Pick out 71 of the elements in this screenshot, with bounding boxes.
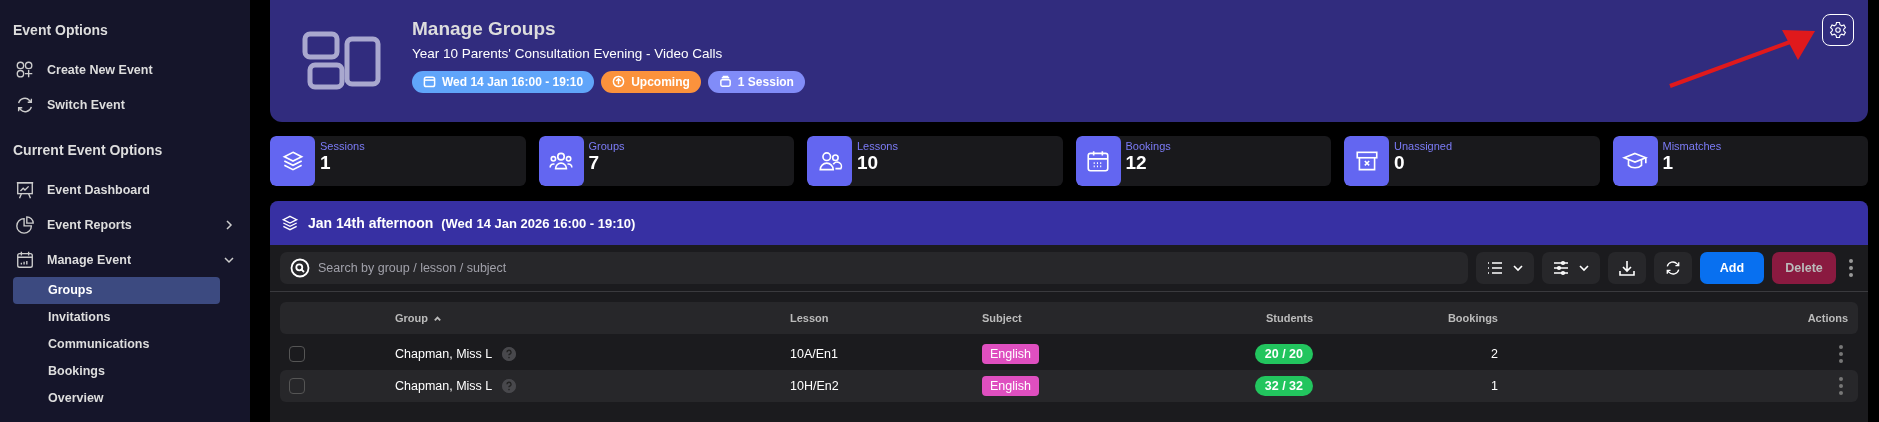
- session-time: (Wed 14 Jan 2026 16:00 - 19:10): [441, 215, 636, 231]
- add-button[interactable]: Add: [1700, 252, 1764, 284]
- bookings-cell-text: 2: [1490, 347, 1498, 361]
- stat-label: Mismatches: [1662, 140, 1722, 152]
- calendar-icon: [1085, 148, 1111, 174]
- info-badge: 1 Session: [707, 70, 805, 93]
- stat-value: 1: [1662, 152, 1675, 174]
- column-header[interactable]: Subject: [982, 312, 1022, 324]
- sliders-icon: [1552, 259, 1570, 277]
- row-checkbox[interactable]: [289, 378, 305, 394]
- stat-label: Unassigned: [1394, 140, 1453, 152]
- chevron-icon: [1578, 262, 1590, 274]
- info-badge: Wed 14 Jan 16:00 - 19:10: [412, 70, 595, 93]
- event-subtitle: Year 10 Parents' Consultation Evening - Video Calls: [412, 45, 724, 61]
- stack-icon: [718, 75, 732, 88]
- sidebar-item[interactable]: Manage Event: [13, 242, 237, 277]
- stat-label: Groups: [588, 140, 625, 152]
- download-button[interactable]: [1608, 252, 1646, 284]
- column-header[interactable]: Actions: [1807, 312, 1848, 324]
- submenu-item[interactable]: Invitations: [13, 304, 220, 331]
- column-header[interactable]: Students: [1265, 312, 1313, 324]
- search-icon: [290, 258, 310, 278]
- section-heading: Current Event Options: [13, 141, 164, 160]
- students-count: 32 / 32: [1254, 376, 1313, 396]
- sort-icon: [433, 313, 442, 323]
- subject-tag: English: [982, 376, 1039, 396]
- chevron-icon: [1512, 262, 1524, 274]
- download-icon: [1618, 259, 1636, 277]
- settings-icon: [1829, 21, 1847, 39]
- sidebar-item[interactable]: Switch Event: [13, 87, 237, 122]
- list-view-button[interactable]: [1476, 252, 1534, 284]
- column-header[interactable]: Bookings: [1447, 312, 1498, 324]
- sidebar-item[interactable]: Create New Event: [13, 52, 237, 87]
- list-icon: [1486, 259, 1504, 277]
- calendar-icon: [423, 75, 436, 88]
- stat-label: Lessons: [857, 140, 898, 152]
- stat-value: 1: [320, 152, 332, 174]
- column-header[interactable]: Lesson: [790, 312, 829, 324]
- lesson-cell-text: 10A/En1: [790, 347, 839, 361]
- submenu-item[interactable]: Communications: [13, 331, 220, 358]
- refresh-icon: [1664, 259, 1682, 277]
- stat-value: 10: [857, 152, 880, 174]
- stat-value: 7: [588, 152, 601, 174]
- group-name: Chapman, Miss L: [395, 379, 493, 393]
- search-field[interactable]: Search by group / lesson / subject: [280, 252, 1468, 284]
- stat-label: Sessions: [320, 140, 365, 152]
- sidebar-item[interactable]: Event Reports: [13, 207, 237, 242]
- section-heading: Event Options: [13, 21, 109, 40]
- submenu-item[interactable]: Bookings: [13, 358, 220, 385]
- stat-value: 12: [1125, 152, 1148, 174]
- layout-icon: [302, 31, 382, 91]
- settings-button[interactable]: [1822, 14, 1854, 46]
- group-name: Chapman, Miss L: [395, 347, 493, 361]
- students-count: 20 / 20: [1254, 344, 1313, 364]
- submenu-item[interactable]: Overview: [13, 385, 220, 412]
- stat-value: 0: [1394, 152, 1406, 174]
- row-checkbox[interactable]: [289, 346, 305, 362]
- bookings-cell-text: 1: [1490, 379, 1498, 393]
- stat-label: Bookings: [1125, 140, 1171, 152]
- chevron-icon: [223, 218, 235, 231]
- column-header[interactable]: Group: [395, 312, 428, 324]
- page-title: Manage Groups: [412, 17, 557, 40]
- lesson-cell-text: 10H/En2: [790, 379, 840, 393]
- refresh-button[interactable]: [1654, 252, 1692, 284]
- subject-tag: English: [982, 344, 1039, 364]
- filter-button[interactable]: [1542, 252, 1600, 284]
- sidebar-item[interactable]: Event Dashboard: [13, 172, 237, 207]
- submenu-item[interactable]: Groups: [13, 277, 220, 304]
- info-badge: Upcoming: [601, 70, 701, 93]
- session-title: Jan 14th afternoon: [308, 215, 434, 231]
- layers-icon: [280, 213, 300, 233]
